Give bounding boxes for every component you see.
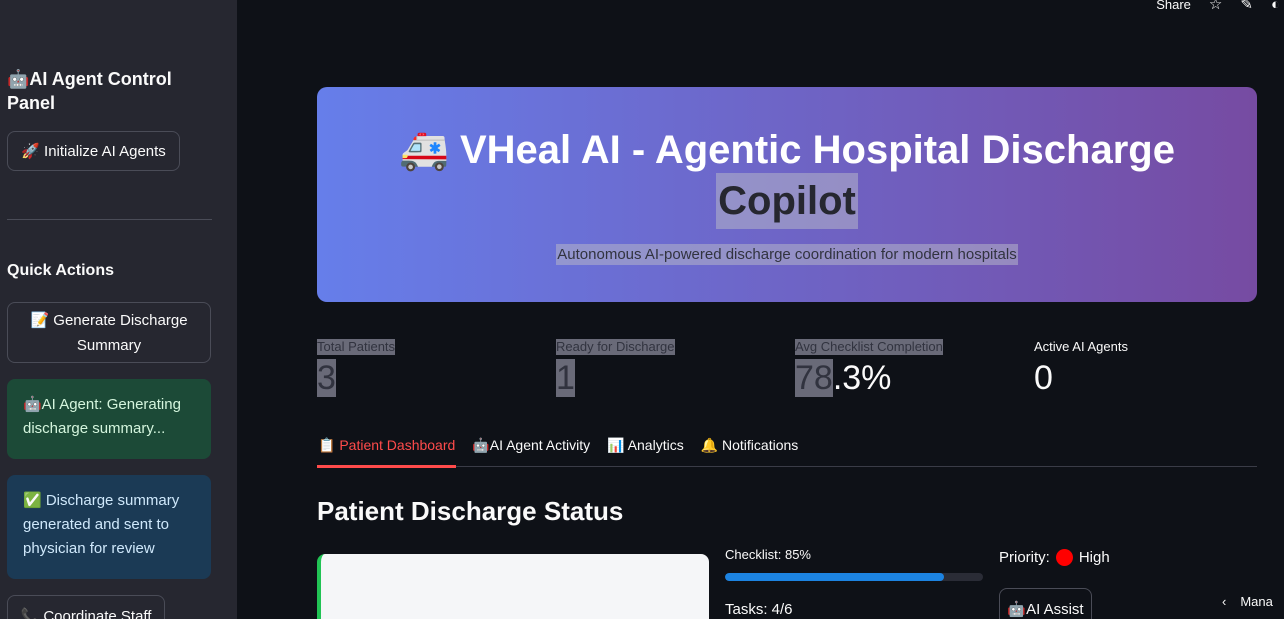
checklist-progress-bar: [725, 573, 983, 581]
metric-label: Ready for Discharge: [556, 339, 675, 355]
tab-ai-agent-activity[interactable]: 🤖AI Agent Activity: [471, 430, 591, 467]
sidebar: 🤖AI Agent Control Panel 🚀 Initialize AI …: [0, 0, 237, 619]
title-line-2: Copilot: [716, 173, 858, 229]
priority-label: Priority:: [999, 549, 1050, 566]
metric-label: Avg Checklist Completion: [795, 339, 943, 355]
section-title: Patient Discharge Status: [317, 496, 624, 526]
metric-value-rest: .3%: [832, 359, 892, 397]
tasks-count: Tasks: 4/6: [725, 601, 793, 618]
sidebar-title: 🤖AI Agent Control Panel: [7, 69, 172, 113]
top-toolbar: Share ☆ ✎ ◐: [1156, 0, 1284, 14]
metric-avg-checklist: Avg Checklist Completion 78.3%: [795, 338, 943, 400]
priority-dot-icon: [1055, 549, 1073, 566]
ai-assist-button[interactable]: 🤖AI Assist: [999, 588, 1092, 619]
main-tabs: 📋 Patient Dashboard 🤖AI Agent Activity 📊…: [317, 430, 1257, 468]
metric-value-highlight: 78: [795, 359, 833, 397]
manage-label: Mana: [1240, 594, 1273, 609]
tab-analytics[interactable]: 📊 Analytics: [606, 430, 685, 467]
subtitle-text: Autonomous AI-powered discharge coordina…: [556, 244, 1018, 265]
share-button[interactable]: Share: [1156, 0, 1191, 12]
checklist-label: Checklist: 85%: [725, 547, 811, 562]
metric-label: Active AI Agents: [1034, 339, 1128, 354]
metric-value: 1: [556, 359, 575, 397]
metric-label: Total Patients: [317, 339, 396, 355]
tab-patient-dashboard[interactable]: 📋 Patient Dashboard: [317, 430, 457, 468]
priority-value: High: [1078, 549, 1110, 566]
page-title: 🚑 VHeal AI - Agentic Hospital Discharge …: [317, 125, 1257, 229]
metric-value: 3: [317, 359, 336, 397]
sidebar-divider: [7, 219, 212, 220]
generate-discharge-summary-button[interactable]: 📝 Generate Discharge Summary: [7, 302, 211, 363]
chevron-left-icon: ‹: [1222, 594, 1227, 609]
page-subtitle: Autonomous AI-powered discharge coordina…: [317, 244, 1257, 265]
quick-actions-heading: Quick Actions: [7, 262, 114, 279]
initialize-agents-button[interactable]: 🚀 Initialize AI Agents: [7, 131, 180, 171]
metric-active-agents: Active AI Agents 0: [1034, 338, 1128, 400]
star-icon[interactable]: ☆: [1209, 0, 1222, 13]
coordinate-staff-button[interactable]: 📞 Coordinate Staff: [7, 595, 165, 619]
github-icon[interactable]: ◐: [1271, 0, 1280, 13]
checklist-progress-fill: [725, 573, 945, 581]
edit-icon[interactable]: ✎: [1240, 0, 1253, 13]
manage-app-button[interactable]: ‹ Mana: [1222, 594, 1273, 609]
priority-indicator: Priority: High: [999, 549, 1110, 566]
agent-status-alert: 🤖AI Agent: Generating discharge summary.…: [7, 379, 211, 459]
metric-total-patients: Total Patients 3: [317, 338, 396, 400]
title-line-1: 🚑 VHeal AI - Agentic Hospital Discharge: [399, 128, 1175, 172]
metric-ready-for-discharge: Ready for Discharge 1: [556, 338, 675, 400]
metric-value: 0: [1034, 359, 1053, 397]
patient-card: [317, 554, 709, 619]
summary-success-alert: ✅ Discharge summary generated and sent t…: [7, 475, 211, 579]
tab-notifications[interactable]: 🔔 Notifications: [700, 430, 800, 467]
